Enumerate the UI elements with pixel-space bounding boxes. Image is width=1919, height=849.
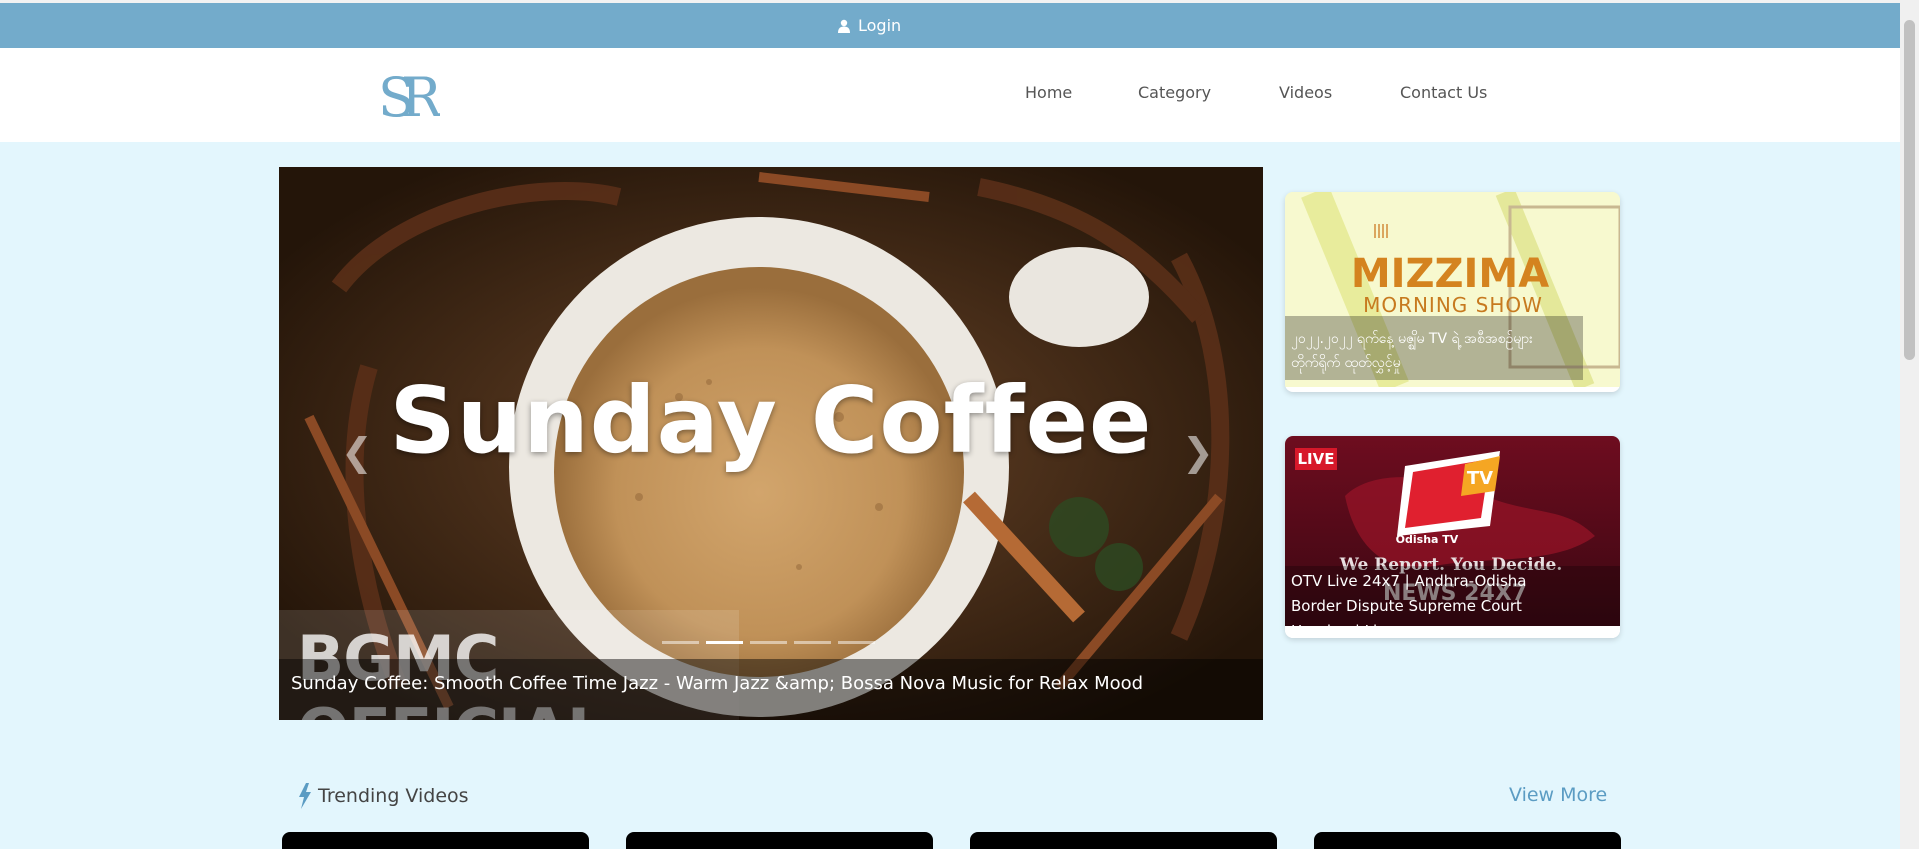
top-bar: Login [0,3,1900,48]
mizzima-show-text: MORNING SHOW [1363,293,1543,317]
nav-contact-us[interactable]: Contact Us [1400,83,1487,102]
carousel-indicator[interactable] [838,641,875,644]
bolt-icon [299,783,311,809]
mizzima-logo-text: MIZZIMA [1351,251,1549,297]
video-thumbnail[interactable] [1314,832,1621,849]
nav-home[interactable]: Home [1025,83,1072,102]
carousel-indicator[interactable] [750,641,787,644]
svg-text:SR: SR [378,66,440,124]
page-scrollbar[interactable] [1900,0,1919,849]
trending-header: Trending Videos [298,783,469,809]
card-footer [1285,626,1620,638]
site-header: SR Home Category Videos Contact Us [0,48,1900,142]
video-thumbnail[interactable] [970,832,1277,849]
chevron-right-icon[interactable]: ❯ [1182,430,1214,474]
login-link[interactable]: Login [838,16,901,35]
side-video-card[interactable]: LIVE TV Odisha TV We Report. You Decide.… [1285,436,1620,638]
chevron-left-icon[interactable]: ❮ [341,430,373,474]
card-caption[interactable]: ၂၀၂၂.၂၀၂၂ ရက်နေ့ မဇ္ဈိမ TV ရဲ့ အစီအစဉ်မျ… [1285,323,1585,379]
carousel-indicator[interactable] [662,641,699,644]
nav-category[interactable]: Category [1138,83,1211,102]
video-thumbnail[interactable] [282,832,589,849]
carousel-indicators [662,641,875,644]
slide-title-text: Sunday Coffee [389,367,1153,474]
nav-videos[interactable]: Videos [1279,83,1332,102]
otv-logo-text: TV [1467,468,1493,489]
live-badge: LIVE [1298,450,1335,468]
video-thumbnail[interactable] [626,832,933,849]
odisha-tv-text: Odisha TV [1396,533,1459,546]
carousel-indicator[interactable] [706,641,743,644]
carousel-indicator[interactable] [794,641,831,644]
site-logo[interactable]: SR [378,66,440,124]
side-video-card[interactable]: MIZZIMA MORNING SHOW ၂၀၂၂.၂၀၂၂ ရက်နေ့ မဇ… [1285,192,1620,392]
trending-title: Trending Videos [318,785,469,807]
slide-caption[interactable]: Sunday Coffee: Smooth Coffee Time Jazz -… [291,673,1143,694]
user-icon [838,19,850,33]
login-label[interactable]: Login [858,16,901,35]
card-caption[interactable]: OTV Live 24x7 | Andhra-Odisha Border Dis… [1285,565,1585,626]
scrollbar-thumb[interactable] [1904,20,1915,360]
hero-carousel[interactable]: Sunday Coffee BGMC OFFICIAL Sunday Coffe… [279,167,1263,720]
view-more-link[interactable]: View More [1509,784,1607,806]
